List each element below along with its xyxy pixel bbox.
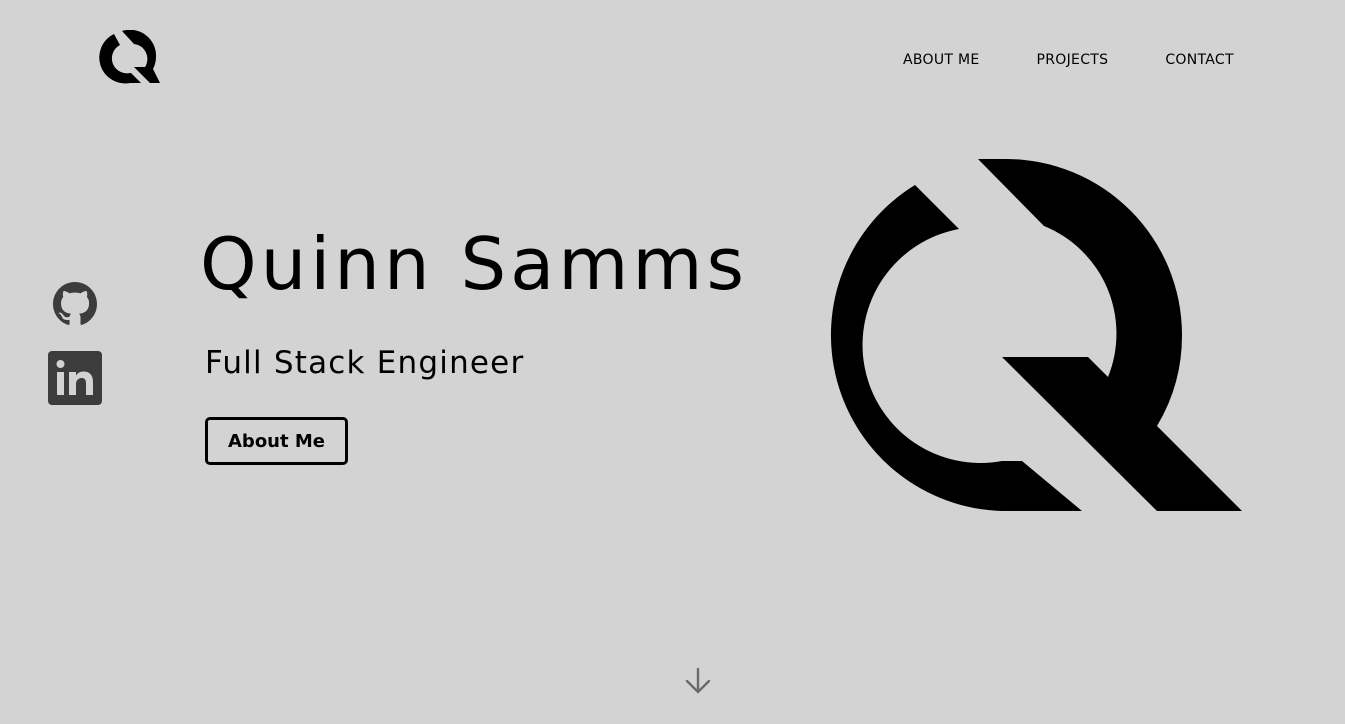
nav-projects[interactable]: PROJECTS [1037,52,1109,68]
linkedin-icon[interactable] [48,351,102,405]
main-nav: ABOUT ME PROJECTS CONTACT [903,52,1234,68]
social-links [48,282,102,405]
q-logo-icon[interactable] [98,30,162,84]
arrow-down-icon[interactable] [683,666,713,696]
hero-name: Quinn Samms [200,222,749,306]
github-icon[interactable] [53,282,97,326]
page: ABOUT ME PROJECTS CONTACT Quinn Samms Fu… [0,0,1345,724]
about-me-button[interactable]: About Me [205,417,348,465]
hero-role: Full Stack Engineer [205,345,525,381]
nav-contact[interactable]: CONTACT [1165,52,1234,68]
q-monogram-logo-icon [830,159,1242,511]
nav-about-me[interactable]: ABOUT ME [903,52,980,68]
